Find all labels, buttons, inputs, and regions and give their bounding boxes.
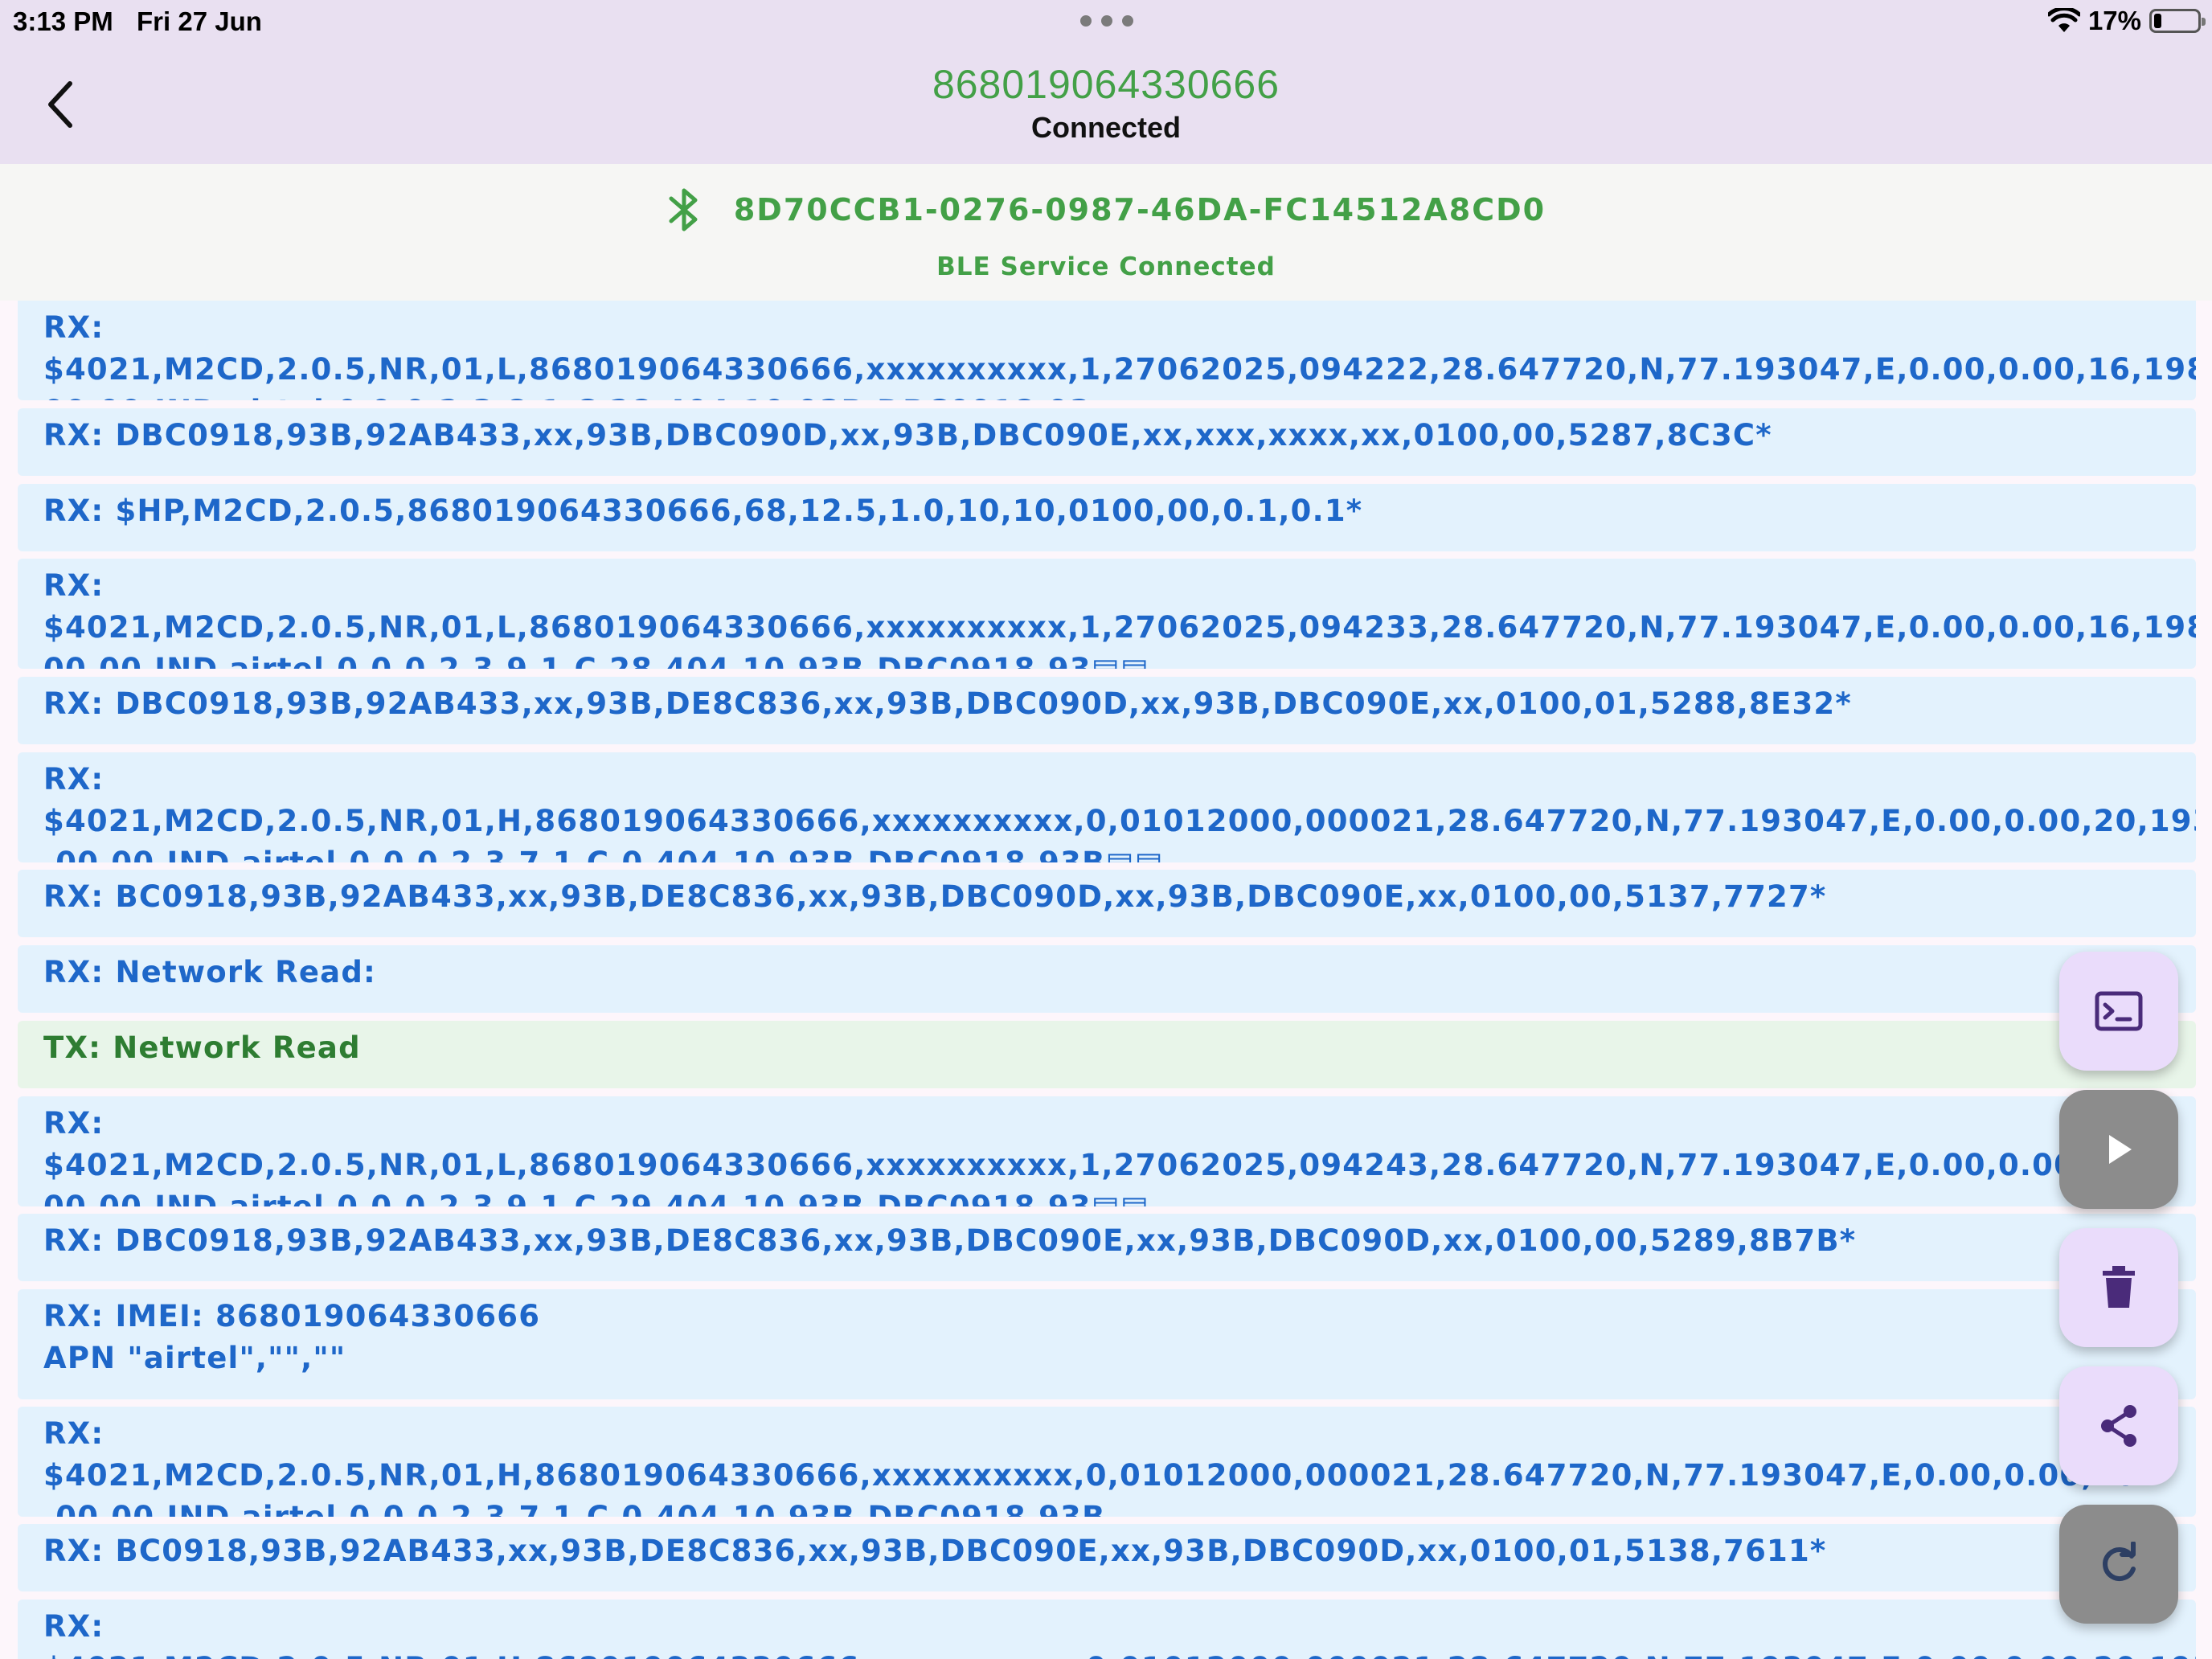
- log-entry-tx: TX: Network Read: [18, 1021, 2196, 1088]
- device-title: 868019064330666: [932, 62, 1280, 107]
- battery-icon: [2149, 9, 2206, 33]
- multitasking-dots-icon[interactable]: [1080, 14, 1133, 27]
- terminal-icon: [2095, 991, 2143, 1031]
- share-icon: [2101, 1405, 2136, 1447]
- play-button[interactable]: [2059, 1090, 2178, 1209]
- battery-percent: 17%: [2087, 6, 2141, 35]
- log-entry-rx: RX: DBC0918,93B,92AB433,xx,93B,DBC090D,x…: [18, 408, 2196, 476]
- log-entry-rx: RX: $HP,M2CD,2.0.5,868019064330666,68,12…: [18, 484, 2196, 551]
- ble-info-panel: 8D70CCB1-0276-0987-46DA-FC14512A8CD0 BLE…: [0, 164, 2212, 301]
- refresh-button[interactable]: [2059, 1505, 2178, 1624]
- app-screen: 3:13 PM Fri 27 Jun 17% 868019064330666 C…: [0, 0, 2212, 1659]
- status-indicators: 17%: [2047, 5, 2206, 37]
- log-list[interactable]: RX: $4021,M2CD,2.0.5,NR,01,L,86801906433…: [0, 301, 2212, 1659]
- log-entry-rx: RX: $4021,M2CD,2.0.5,NR,01,H,86801906433…: [18, 752, 2196, 862]
- ble-service-status: BLE Service Connected: [936, 252, 1276, 281]
- play-icon: [2109, 1135, 2132, 1164]
- log-entry-rx: RX: BC0918,93B,92AB433,xx,93B,DE8C836,xx…: [18, 870, 2196, 937]
- app-header: 3:13 PM Fri 27 Jun 17% 868019064330666 C…: [0, 0, 2212, 164]
- log-entry-rx: RX: $4021,M2CD,2.0.5,NR,01,H,86801906433…: [18, 1407, 2196, 1517]
- terminal-button[interactable]: [2059, 952, 2178, 1071]
- log-entry-rx: RX: $4021,M2CD,2.0.5,NR,01,L,86801906433…: [18, 1096, 2196, 1206]
- log-entry-rx: RX: $4021,M2CD,2.0.5,NR,01,L,86801906433…: [18, 559, 2196, 669]
- delete-button[interactable]: [2059, 1228, 2178, 1347]
- log-entry-rx: RX: $4021,M2CD,2.0.5,NR,01,H,86801906433…: [18, 1600, 2196, 1659]
- log-entry-rx: RX: Network Read:: [18, 945, 2196, 1013]
- connection-status: Connected: [1030, 111, 1181, 144]
- trash-icon: [2103, 1266, 2135, 1308]
- log-entry-rx: RX: DBC0918,93B,92AB433,xx,93B,DE8C836,x…: [18, 677, 2196, 744]
- battery-level: [2154, 14, 2161, 28]
- share-button[interactable]: [2059, 1366, 2178, 1485]
- log-entry-rx: RX: BC0918,93B,92AB433,xx,93B,DE8C836,xx…: [18, 1524, 2196, 1591]
- status-time: 3:13 PM: [13, 6, 113, 36]
- ble-uuid-row: 8D70CCB1-0276-0987-46DA-FC14512A8CD0: [0, 182, 2212, 238]
- log-entry-rx: RX: IMEI: 868019064330666 APN "airtel","…: [18, 1289, 2196, 1399]
- refresh-icon: [2103, 1542, 2136, 1581]
- ble-uuid: 8D70CCB1-0276-0987-46DA-FC14512A8CD0: [733, 192, 1546, 227]
- status-date: Fri 27 Jun: [137, 6, 262, 36]
- log-entry-rx: RX: $4021,M2CD,2.0.5,NR,01,L,86801906433…: [18, 301, 2196, 400]
- wifi-icon: [2047, 8, 2080, 32]
- log-entry-rx: RX: DBC0918,93B,92AB433,xx,93B,DE8C836,x…: [18, 1214, 2196, 1281]
- bluetooth-icon: [669, 188, 698, 231]
